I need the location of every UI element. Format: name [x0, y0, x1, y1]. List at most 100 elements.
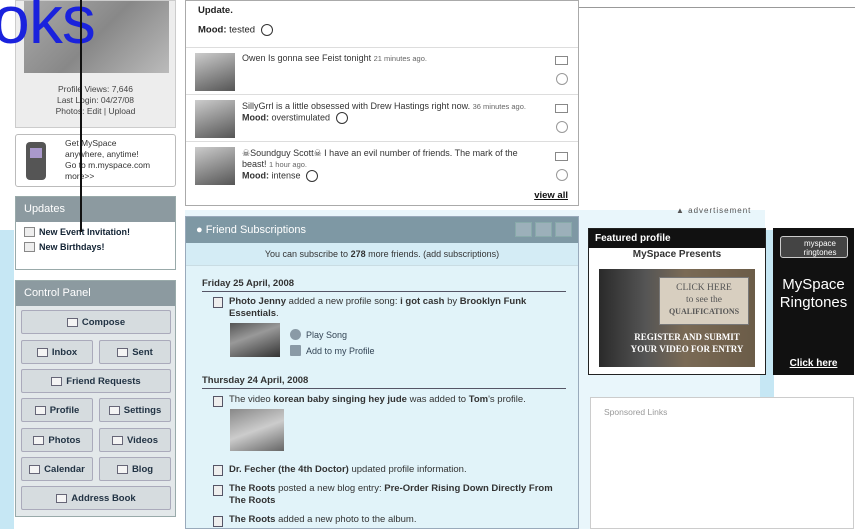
cta-line-2: to see the: [686, 295, 722, 305]
update-item-label: New Event Invitation!: [39, 227, 131, 237]
video-link[interactable]: korean baby singing hey jude: [273, 394, 407, 405]
add-to-profile-link[interactable]: Add to my Profile: [290, 345, 375, 356]
mobile-line-1: Get MySpace: [65, 138, 117, 148]
subscription-item: Photo Jenny added a new profile song: i …: [229, 296, 559, 320]
photos-upload-link[interactable]: Upload: [108, 106, 135, 116]
mobile-more-link[interactable]: more>>: [65, 171, 150, 182]
smiley-icon: [260, 24, 273, 36]
friend-link[interactable]: The Roots: [229, 514, 275, 525]
settings-button[interactable]: Settings: [99, 398, 171, 422]
item-text: was added to: [409, 394, 467, 405]
blog-button[interactable]: Blog: [99, 457, 171, 481]
subscription-item: The video korean baby singing hey jude w…: [229, 394, 569, 406]
minimize-icon[interactable]: [555, 222, 572, 237]
mood-label: Mood:: [242, 112, 269, 123]
update-item-label: New Birthdays!: [39, 242, 105, 252]
featured-profile-banner[interactable]: CLICK HERE to see the QUALIFICATIONS REG…: [599, 269, 755, 367]
move-up-icon[interactable]: [515, 222, 532, 237]
cta-line-1: CLICK HERE: [676, 283, 732, 293]
advertisement-label: ▲ advertisement: [676, 206, 752, 215]
stage-left-strip: [0, 230, 14, 529]
mobile-line-2: anywhere, anytime!: [65, 149, 139, 159]
wrench-icon: [108, 405, 120, 415]
calendar-button[interactable]: Calendar: [21, 457, 93, 481]
friend-link[interactable]: Dr. Fecher (the 4th Doctor): [229, 464, 349, 475]
friend-requests-label: Friend Requests: [66, 375, 141, 387]
add-subscriptions-link[interactable]: more friends. (add subscriptions): [368, 249, 499, 259]
featured-profile-subtitle: MySpace Presents: [632, 249, 722, 260]
phone-icon: [26, 142, 46, 180]
view-all-link[interactable]: view all: [534, 190, 568, 201]
ringtones-title: MySpace Ringtones: [773, 276, 854, 312]
subscribe-text: You can subscribe to: [264, 249, 349, 259]
photos-button[interactable]: Photos: [21, 428, 93, 452]
mood-value: overstimulated: [271, 112, 331, 123]
videos-button[interactable]: Videos: [99, 428, 171, 452]
ringtones-click-here-link[interactable]: Click here: [773, 358, 854, 369]
click-here-badge[interactable]: CLICK HERE to see the QUALIFICATIONS: [659, 277, 749, 325]
watermark-line: [80, 0, 82, 232]
friend-link[interactable]: Tom: [469, 394, 488, 405]
comment-icon[interactable]: [556, 73, 568, 85]
envelope-icon: [66, 317, 78, 327]
register-line-2: YOUR VIDEO FOR ENTRY: [630, 344, 744, 354]
message-icon[interactable]: [555, 56, 568, 65]
play-icon: [290, 329, 301, 340]
status-text: SillyGrrl is a little obsessed with Drew…: [242, 101, 471, 111]
register-line-1: REGISTER AND SUBMIT: [634, 332, 740, 342]
video-icon: [213, 396, 223, 407]
friend-icon: [51, 376, 63, 386]
blog-label: Blog: [131, 463, 154, 475]
mood-icon: [335, 112, 348, 124]
settings-label: Settings: [123, 404, 162, 416]
item-text: by: [447, 296, 458, 307]
profile-icon: [34, 405, 46, 415]
item-text: The video: [229, 394, 271, 405]
inbox-icon: [36, 347, 48, 357]
avatar[interactable]: [195, 53, 235, 91]
updates-panel: Updates New Event Invitation! New Birthd…: [15, 196, 176, 270]
control-panel: Control Panel Compose Inbox Sent Friend …: [15, 280, 176, 517]
message-icon[interactable]: [555, 152, 568, 161]
friend-link[interactable]: Photo Jenny: [229, 296, 286, 307]
comment-icon[interactable]: [556, 169, 568, 181]
photos-edit-link[interactable]: Edit: [87, 106, 102, 116]
inbox-button[interactable]: Inbox: [21, 340, 93, 364]
address-book-label: Address Book: [71, 492, 136, 504]
friend-requests-button[interactable]: Friend Requests: [21, 369, 171, 393]
profile-button[interactable]: Profile: [21, 398, 93, 422]
profile-update-icon: [213, 465, 223, 476]
avatar[interactable]: [195, 100, 235, 138]
mobile-promo[interactable]: Get MySpace anywhere, anytime! Go to m.m…: [15, 134, 176, 187]
inbox-label: Inbox: [51, 346, 78, 358]
subscribe-count: 278: [350, 249, 366, 259]
status-row: ☠Soundguy Scott☠ I have an evil number o…: [186, 141, 578, 188]
status-row: Owen Is gonna see Feist tonight 21 minut…: [186, 47, 578, 94]
date-heading: Thursday 24 April, 2008: [202, 375, 309, 386]
featured-profile-ad[interactable]: Featured profile MySpace Presents CLICK …: [588, 228, 766, 375]
song-link[interactable]: i got cash: [400, 296, 444, 307]
play-song-link[interactable]: Play Song: [290, 329, 347, 340]
comment-icon[interactable]: [556, 121, 568, 133]
address-book-button[interactable]: Address Book: [21, 486, 171, 510]
video-thumbnail[interactable]: [230, 409, 284, 451]
friend-link[interactable]: The Roots: [229, 483, 275, 494]
mood-label: Mood:: [198, 24, 227, 36]
collapse-icon[interactable]: [535, 222, 552, 237]
sent-button[interactable]: Sent: [99, 340, 171, 364]
calendar-icon: [24, 227, 35, 237]
last-login: Last Login: 04/27/08: [56, 95, 135, 105]
update-item-birthdays[interactable]: New Birthdays!: [24, 242, 175, 252]
subscription-item: The Roots posted a new blog entry: Pre-O…: [229, 483, 554, 507]
pencil-icon: [116, 464, 128, 474]
ringtones-ad[interactable]: myspace ringtones MySpace Ringtones Clic…: [773, 228, 854, 375]
compose-button[interactable]: Compose: [21, 310, 171, 334]
status-row: SillyGrrl is a little obsessed with Drew…: [186, 94, 578, 141]
friend-subscriptions-title: Friend Subscriptions: [205, 224, 306, 236]
plus-icon: [290, 345, 301, 356]
avatar[interactable]: [195, 147, 235, 185]
song-thumbnail[interactable]: [230, 323, 280, 357]
message-icon[interactable]: [555, 104, 568, 113]
sent-label: Sent: [132, 346, 153, 358]
update-item-event[interactable]: New Event Invitation!: [24, 227, 175, 237]
